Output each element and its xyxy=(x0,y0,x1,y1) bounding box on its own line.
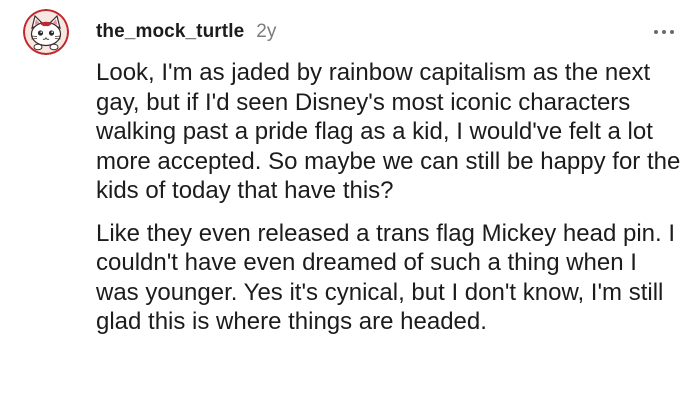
username-link[interactable]: the_mock_turtle xyxy=(96,21,244,43)
more-options-icon xyxy=(670,30,674,34)
comment-header: the_mock_turtle 2y xyxy=(96,16,670,48)
cat-avatar-icon xyxy=(23,9,69,55)
comment-paragraph: Like they even released a trans flag Mic… xyxy=(96,219,675,336)
comment-age: 2y xyxy=(256,21,277,42)
comment-card: the_mock_turtle 2y Look, I'm as jaded by… xyxy=(0,0,700,414)
more-options-button[interactable] xyxy=(650,18,678,46)
comment-body: Look, I'm as jaded by rainbow capitalism… xyxy=(96,58,681,337)
user-avatar[interactable] xyxy=(23,9,69,55)
more-options-icon xyxy=(662,30,666,34)
comment-paragraph: Look, I'm as jaded by rainbow capitalism… xyxy=(96,59,681,204)
more-options-icon xyxy=(654,30,658,34)
